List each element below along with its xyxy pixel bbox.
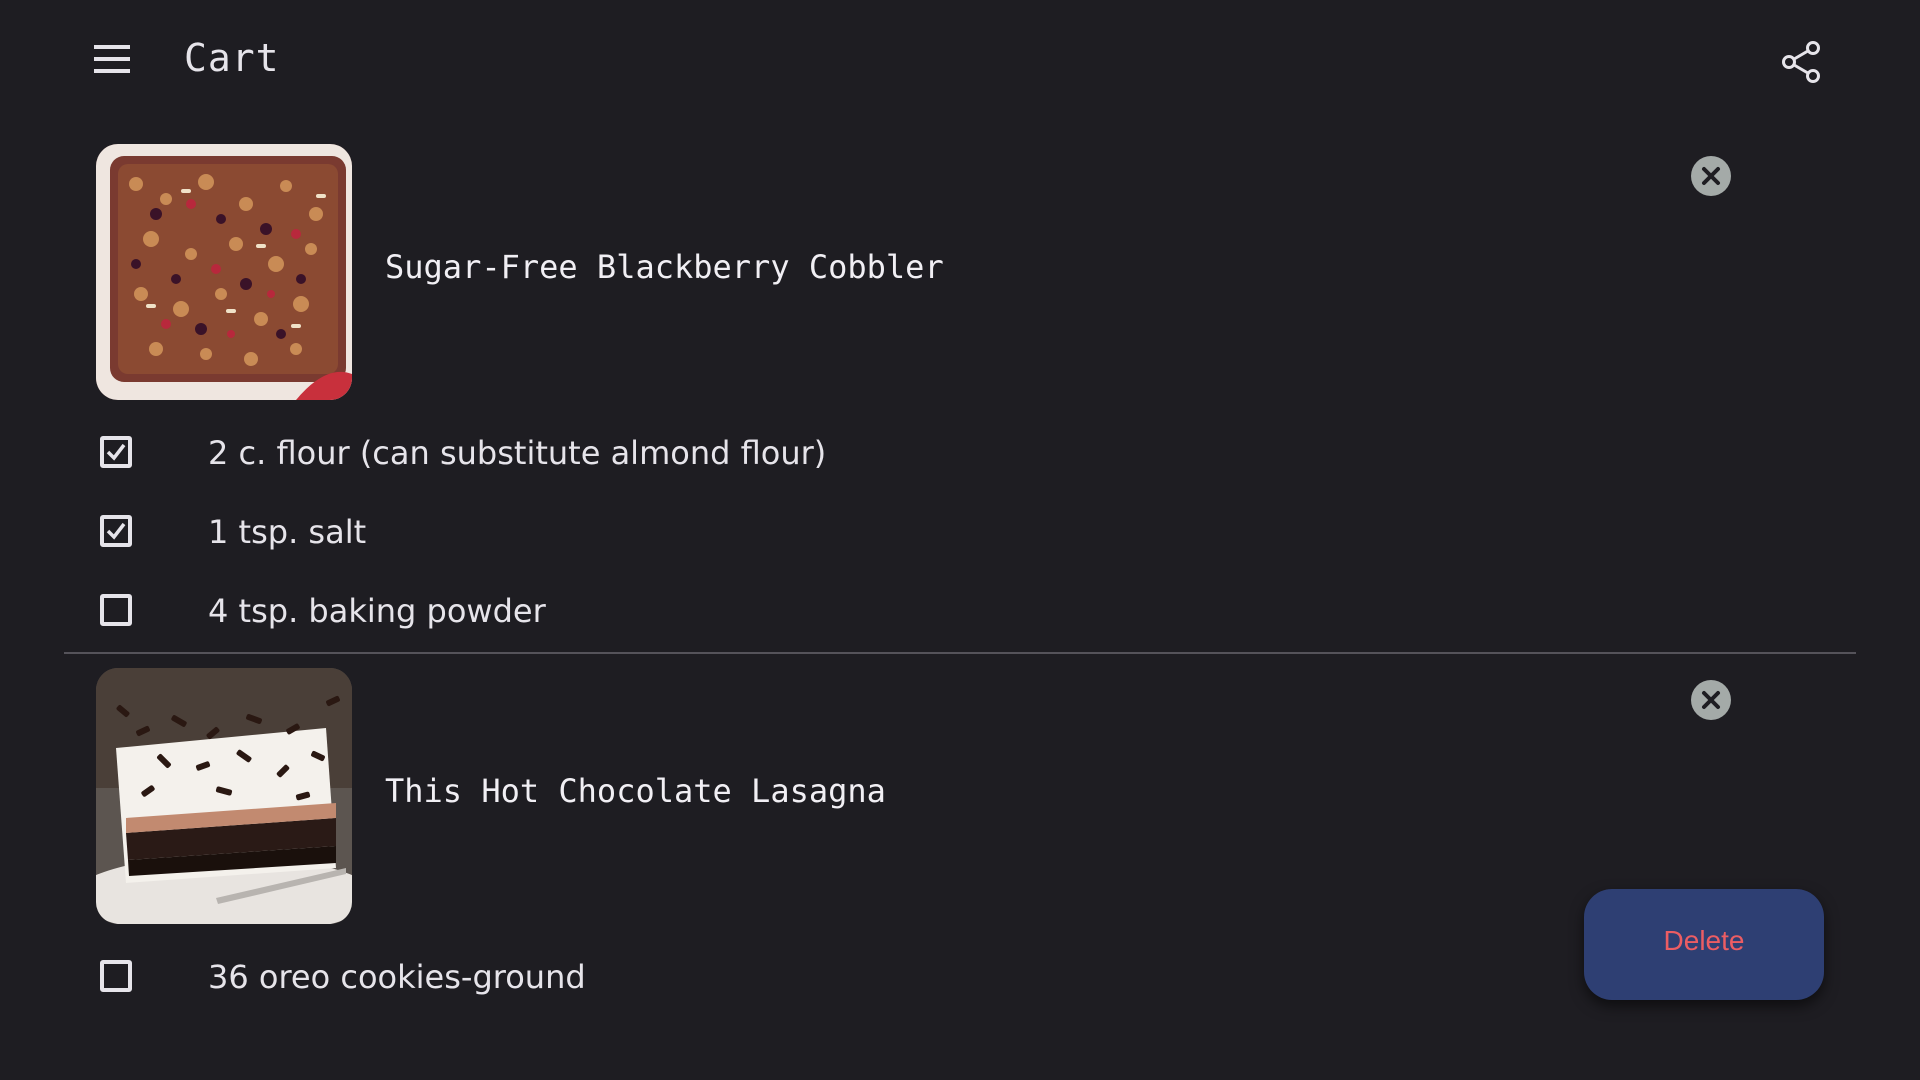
checkbox-unchecked[interactable] (100, 960, 132, 992)
checkbox-unchecked[interactable] (100, 594, 132, 626)
ingredient-item: 1 tsp. salt (96, 503, 1596, 567)
ingredient-label: 1 tsp. salt (208, 513, 367, 551)
share-icon[interactable] (1780, 40, 1836, 92)
blackberry-cobbler-photo (96, 144, 352, 400)
delete-button[interactable]: Delete (1584, 889, 1824, 1000)
ingredient-item: 2 c. flour (can substitute almond flour) (96, 424, 1596, 488)
checkbox-checked[interactable] (100, 436, 132, 468)
recipe-title: Sugar-Free Blackberry Cobbler (385, 248, 944, 286)
chocolate-lasagna-photo (96, 668, 352, 924)
ingredient-item: 36 oreo cookies-ground (96, 948, 1596, 1012)
close-circle-icon[interactable] (1691, 680, 1731, 720)
divider (64, 652, 1856, 654)
checkbox-checked[interactable] (100, 515, 132, 547)
ingredient-item: 4 tsp. baking powder (96, 582, 1596, 646)
close-circle-icon[interactable] (1691, 156, 1731, 196)
top-app-bar: Cart (0, 0, 1920, 128)
recipe-title: This Hot Chocolate Lasagna (385, 772, 886, 810)
page-title: Cart (184, 36, 280, 80)
ingredient-label: 4 tsp. baking powder (208, 592, 546, 630)
delete-button-label: Delete (1663, 925, 1745, 956)
hamburger-menu-icon[interactable] (92, 44, 148, 84)
ingredient-label: 36 oreo cookies-ground (208, 958, 586, 996)
ingredient-label: 2 c. flour (can substitute almond flour) (208, 434, 827, 472)
